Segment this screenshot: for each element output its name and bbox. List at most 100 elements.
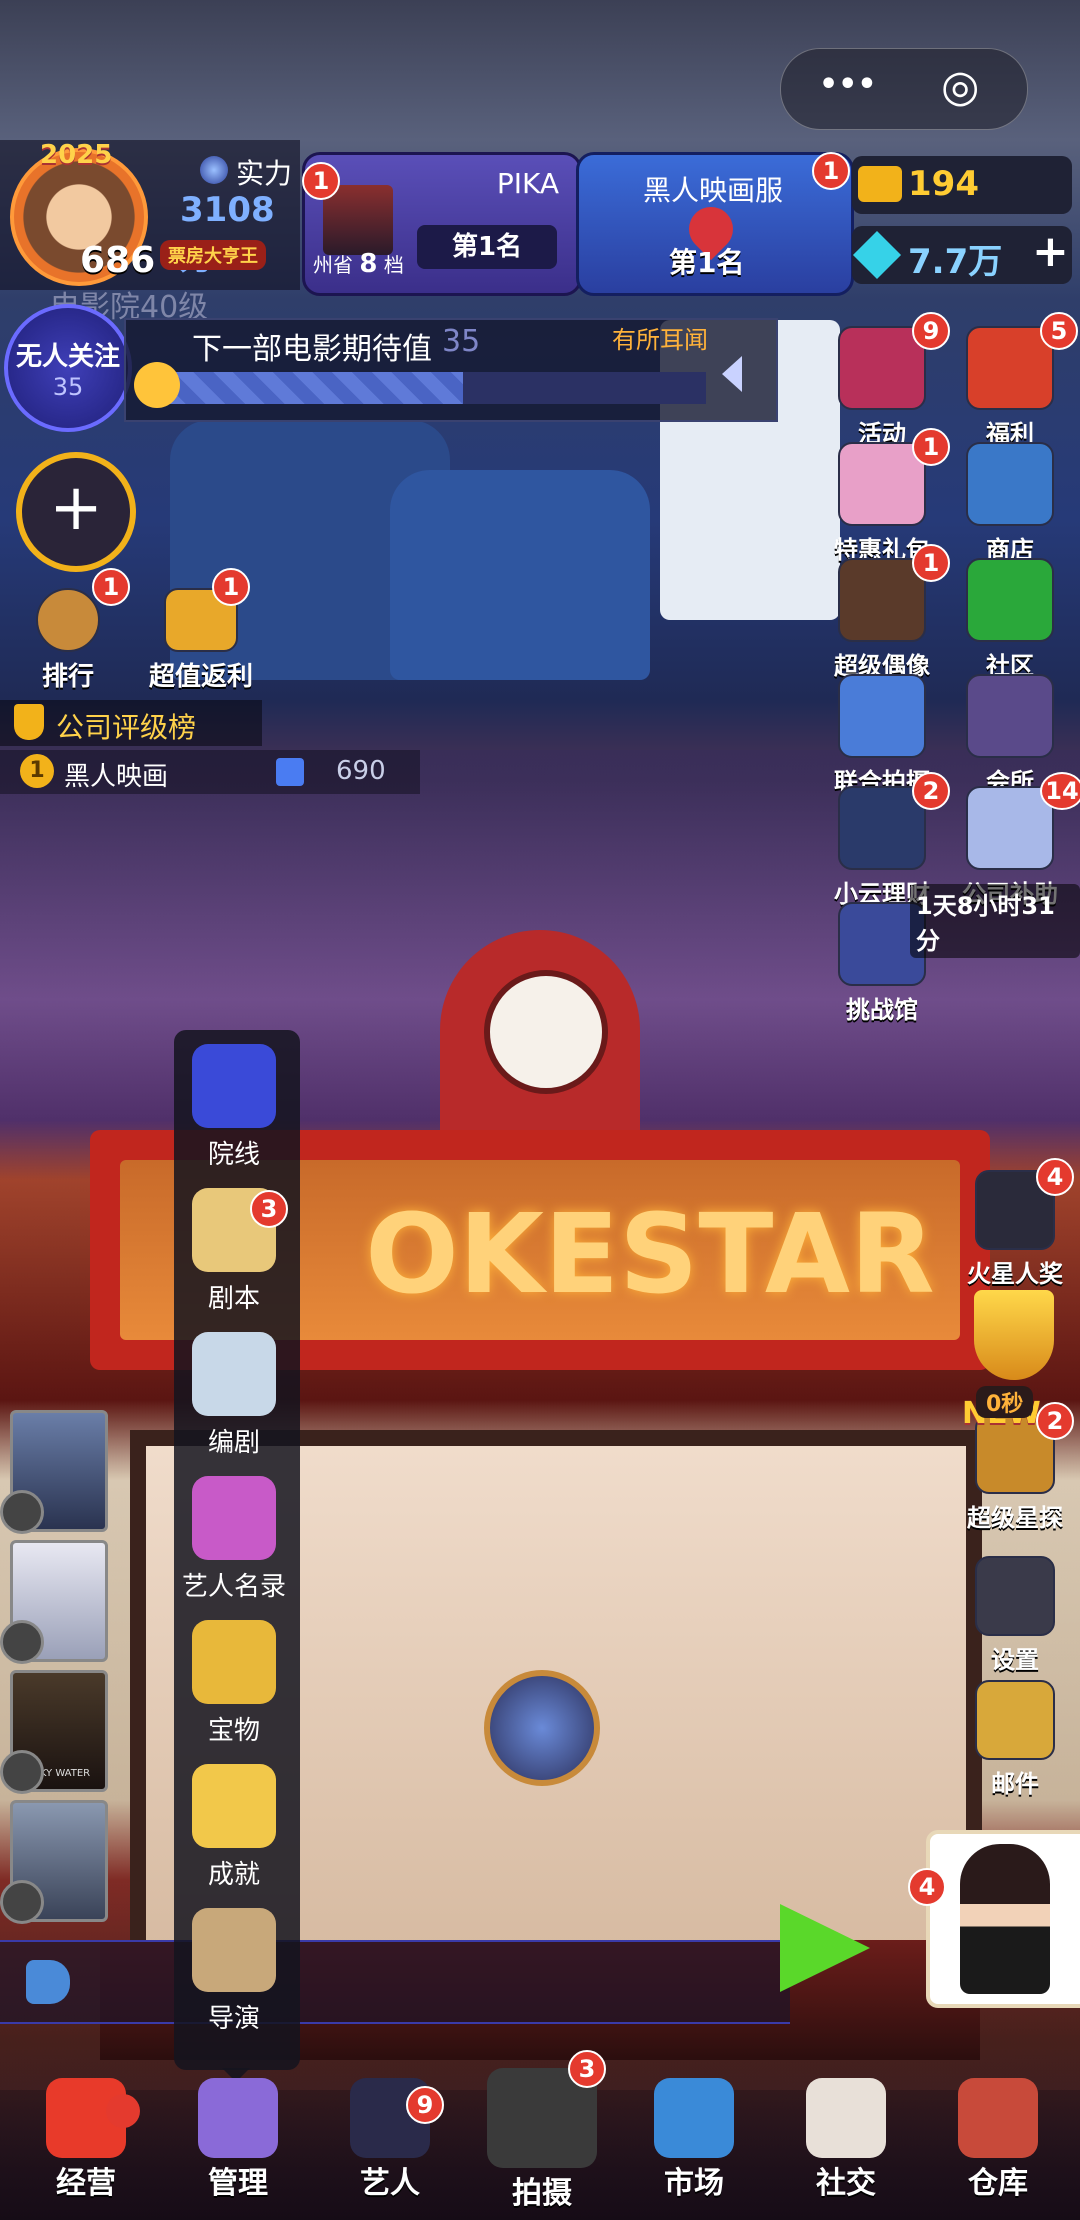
medal-icon	[36, 588, 100, 652]
left-btn-0[interactable]: 排行	[28, 588, 108, 693]
follow-count: 35	[52, 373, 84, 401]
add-diamond-button[interactable]: +	[1032, 226, 1069, 277]
close-icon[interactable]: ◎	[941, 61, 979, 112]
manage-tools-icon	[198, 2078, 278, 2158]
collapse-arrow-icon[interactable]	[722, 356, 742, 392]
gear-icon	[975, 1556, 1055, 1636]
manage-menu: 院线剧本 3 编剧艺人名录宝物成就导演	[174, 1030, 300, 2070]
coffee-cup-icon	[806, 2078, 886, 2158]
region-rank-card[interactable]: PIKA 州省 8 档 第1名	[302, 152, 582, 296]
emoji-heart-eyes-icon	[134, 362, 180, 408]
nav-label: 市场	[664, 2166, 724, 2201]
box-office-icon	[276, 758, 304, 786]
left-btn-label: 排行	[41, 662, 94, 692]
expectation-label: 下一部电影期待值	[192, 332, 432, 367]
company-rating-board[interactable]: 公司评级榜	[0, 700, 262, 746]
manage-menu-item[interactable]: 编剧	[174, 1332, 294, 1458]
nav-coffee-cup[interactable]: 社交	[786, 2078, 906, 2202]
more-button[interactable]: •••	[819, 67, 877, 102]
film-reel-icon	[0, 1750, 44, 1794]
nav-film-camera[interactable]: 拍摄	[482, 2068, 602, 2212]
company-board-row[interactable]: 1 黑人映画 690	[0, 750, 420, 794]
gold-counter[interactable]: 194	[852, 156, 1072, 214]
nav-warehouse[interactable]: 仓库	[938, 2078, 1058, 2202]
manage-menu-item[interactable]: 成就	[174, 1764, 294, 1890]
strength-label: 实力	[236, 157, 293, 190]
manage-menu-item[interactable]: 宝物	[174, 1620, 294, 1746]
trophy-icon	[14, 704, 44, 740]
rank-left-value: 第1名	[417, 225, 557, 269]
manage-menu-item[interactable]: 院线	[174, 1044, 294, 1170]
achievement-medal-icon	[192, 1764, 276, 1848]
manage-menu-label: 导演	[207, 2004, 260, 2034]
nav-manage-tools[interactable]: 管理	[178, 2078, 298, 2202]
right-btn-shop[interactable]: 商店	[960, 442, 1060, 565]
region-tier-suffix: 档	[383, 253, 404, 277]
nav-badge: 9	[406, 2086, 444, 2124]
rank-right-badge: 1	[812, 152, 850, 190]
left-btn-label: 超值返利	[148, 662, 253, 692]
film-reel-icon	[0, 1490, 44, 1534]
gold-trophy-icon	[974, 1290, 1054, 1380]
magic-lamp-icon	[192, 1620, 276, 1704]
green-arrow-icon[interactable]	[780, 1904, 870, 1992]
rank-right-value: 第1名	[669, 246, 745, 279]
right-btn-badge: 5	[1040, 312, 1078, 350]
company-board-name: 黑人映画	[64, 762, 169, 792]
nav-label: 管理	[208, 2166, 268, 2201]
nav-market-chart[interactable]: 市场	[634, 2078, 754, 2202]
manage-menu-item[interactable]: 剧本 3	[174, 1188, 294, 1314]
rank-right-name: 黑人映画服	[643, 174, 784, 207]
company-board-score: 690	[336, 756, 386, 786]
treasure-chest-button[interactable]	[484, 1670, 600, 1786]
trophy-timer: 0秒	[976, 1386, 1034, 1418]
right-btn-mail[interactable]: 邮件	[950, 1680, 1080, 1799]
player-panel[interactable]: 2025 686 实力 3108万 票房大亨王	[0, 140, 300, 290]
manage-menu-label: 院线	[207, 1140, 260, 1170]
nav-badge: 3	[568, 2050, 606, 2088]
add-button[interactable]: +	[16, 452, 136, 572]
city-icon	[323, 185, 393, 255]
mail-icon	[975, 1680, 1055, 1760]
expectation-panel[interactable]: 下一部电影期待值 35 有所耳闻	[124, 318, 778, 422]
assistant-figure	[960, 1844, 1050, 1994]
right-btn-label: 设置	[991, 1646, 1039, 1674]
trophy-button[interactable]: 0秒	[964, 1290, 1064, 1418]
assistant-portrait[interactable]	[926, 1830, 1080, 2008]
right-btn-gear[interactable]: 设置	[950, 1556, 1080, 1675]
company-board-title: 公司评级榜	[56, 711, 197, 744]
diamond-value: 7.7万	[908, 242, 1003, 282]
manage-menu-item[interactable]: 艺人名录	[174, 1476, 294, 1602]
warehouse-icon	[958, 2078, 1038, 2158]
right-btn-wechat[interactable]: 社区	[960, 558, 1060, 681]
gold-value: 194	[908, 164, 979, 204]
wechat-icon	[966, 558, 1054, 642]
artist-directory-icon	[192, 1476, 276, 1560]
market-chart-icon	[654, 2078, 734, 2158]
follow-label: 无人关注	[15, 342, 120, 372]
announcement-bar[interactable]	[0, 1940, 790, 2024]
left-btn-badge: 1	[92, 568, 130, 606]
right-btn-badge: 1	[912, 544, 950, 582]
clubhouse-icon	[966, 674, 1054, 758]
right-btn-label: 邮件	[991, 1770, 1039, 1798]
manage-menu-label: 宝物	[207, 1716, 260, 1746]
region-name: 州省	[313, 253, 353, 277]
film-reel-icon	[0, 1620, 44, 1664]
director-icon	[192, 1908, 276, 1992]
left-btn-1[interactable]: 超值返利	[136, 588, 266, 693]
nav-label: 艺人	[360, 2166, 420, 2201]
nav-label: 拍摄	[512, 2176, 572, 2211]
rank-left-badge: 1	[302, 162, 340, 200]
manage-menu-item[interactable]: 导演	[174, 1908, 294, 2034]
player-level: 686	[80, 240, 156, 281]
globe-icon	[200, 156, 228, 184]
follow-indicator[interactable]: 无人关注 35	[4, 304, 132, 432]
diamond-icon	[852, 230, 902, 280]
manage-menu-label: 编剧	[207, 1428, 260, 1458]
expectation-hint: 有所耳闻	[612, 326, 708, 354]
diamond-counter[interactable]: 7.7万 +	[852, 226, 1072, 284]
avatar-year: 2025	[40, 140, 113, 170]
screenwriter-icon	[192, 1332, 276, 1416]
nav-label: 社交	[816, 2166, 876, 2201]
